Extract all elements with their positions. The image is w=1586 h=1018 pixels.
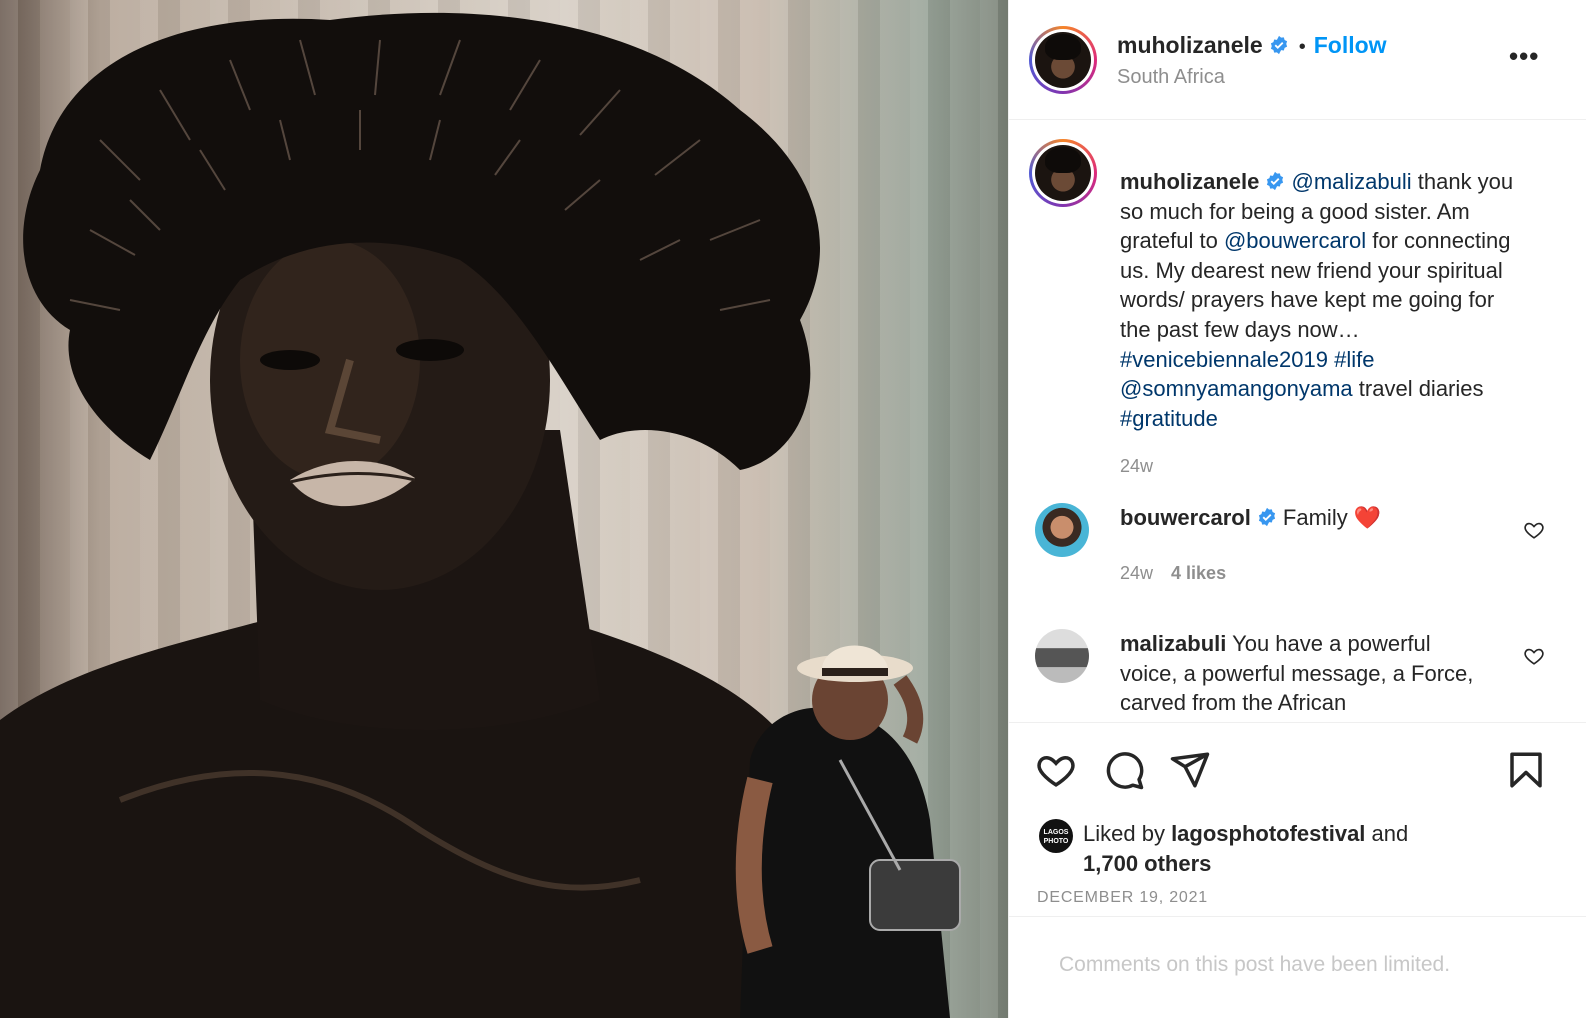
liked-by-prefix: Liked by — [1083, 821, 1172, 846]
comment-meta: 24w 4 likes — [1120, 563, 1226, 584]
caption-username[interactable]: muholizanele — [1120, 169, 1259, 194]
comment-icon[interactable] — [1103, 749, 1145, 791]
comments-limited-notice: Comments on this post have been limited. — [1009, 916, 1586, 1018]
caption-link[interactable]: #venicebiennale2019 — [1120, 347, 1328, 372]
caption-link[interactable]: @malizabuli — [1291, 169, 1411, 194]
comment-username[interactable]: malizabuli — [1120, 631, 1226, 656]
verified-badge-icon — [1270, 35, 1287, 55]
liked-by-and: and — [1365, 821, 1409, 846]
comments-section: muholizanele @malizabuli thank you so mu… — [1009, 121, 1586, 721]
caption-link[interactable]: #gratitude — [1120, 406, 1218, 431]
heart-icon[interactable] — [1035, 749, 1077, 791]
caption-author-avatar[interactable] — [1029, 139, 1097, 207]
post-image[interactable] — [0, 0, 1008, 1018]
liker-avatar[interactable]: LAGOS PHOTO — [1039, 819, 1073, 853]
follow-button[interactable]: Follow — [1314, 32, 1387, 58]
caption-link[interactable]: @somnyamangonyama — [1120, 376, 1353, 401]
author-username[interactable]: muholizanele — [1117, 32, 1263, 58]
liked-by-others[interactable]: 1,700 others — [1083, 851, 1211, 876]
commenter-avatar[interactable] — [1035, 629, 1089, 683]
commenter-avatar[interactable] — [1035, 503, 1089, 557]
post-header: muholizanele • Follow South Africa ••• — [1009, 0, 1586, 120]
comment-username[interactable]: bouwercarol — [1120, 505, 1251, 530]
share-icon[interactable] — [1169, 749, 1211, 791]
verified-badge-icon — [1258, 507, 1275, 527]
post-details-panel: muholizanele • Follow South Africa ••• muh… — [1008, 0, 1586, 1018]
caption-timestamp[interactable]: 24w — [1120, 456, 1153, 477]
post-actions: LAGOS PHOTO Liked by lagosphotofestival … — [1009, 722, 1586, 914]
liked-by-user[interactable]: lagosphotofestival — [1171, 821, 1365, 846]
comments-limited-text: Comments on this post have been limited. — [1059, 953, 1451, 976]
author-name-row: muholizanele • Follow — [1117, 32, 1387, 59]
comment-text: malizabuli You have a powerful voice, a … — [1120, 629, 1490, 718]
post-location[interactable]: South Africa — [1117, 66, 1225, 89]
red-heart-emoji: ❤️ — [1353, 505, 1382, 530]
author-avatar[interactable] — [1029, 26, 1097, 94]
liker-avatar-text: LAGOS PHOTO — [1043, 829, 1069, 845]
comment-timestamp[interactable]: 24w — [1120, 563, 1153, 583]
comment-body: Family — [1276, 505, 1354, 530]
separator-dot: • — [1298, 36, 1306, 58]
comment-likes[interactable]: 4 likes — [1171, 563, 1226, 583]
liked-by-text: Liked by lagosphotofestival and 1,700 oth… — [1083, 819, 1503, 879]
caption-link[interactable]: #life — [1334, 347, 1374, 372]
caption-text: muholizanele @malizabuli thank you so mu… — [1120, 167, 1530, 433]
comment-text: bouwercarol Family ❤️ — [1120, 503, 1490, 533]
post-date[interactable]: DECEMBER 19, 2021 — [1037, 889, 1208, 907]
verified-badge-icon — [1267, 171, 1284, 191]
caption-link[interactable]: @bouwercarol — [1224, 228, 1366, 253]
heart-icon[interactable] — [1523, 519, 1545, 541]
caption-text-segment: travel diaries — [1352, 376, 1484, 402]
ellipsis-icon[interactable]: ••• — [1509, 43, 1539, 69]
portrait-illustration — [0, 12, 961, 1018]
bookmark-icon[interactable] — [1505, 749, 1547, 791]
caption-body: @malizabuli thank you so much for being … — [1120, 169, 1513, 431]
heart-icon[interactable] — [1523, 645, 1545, 667]
